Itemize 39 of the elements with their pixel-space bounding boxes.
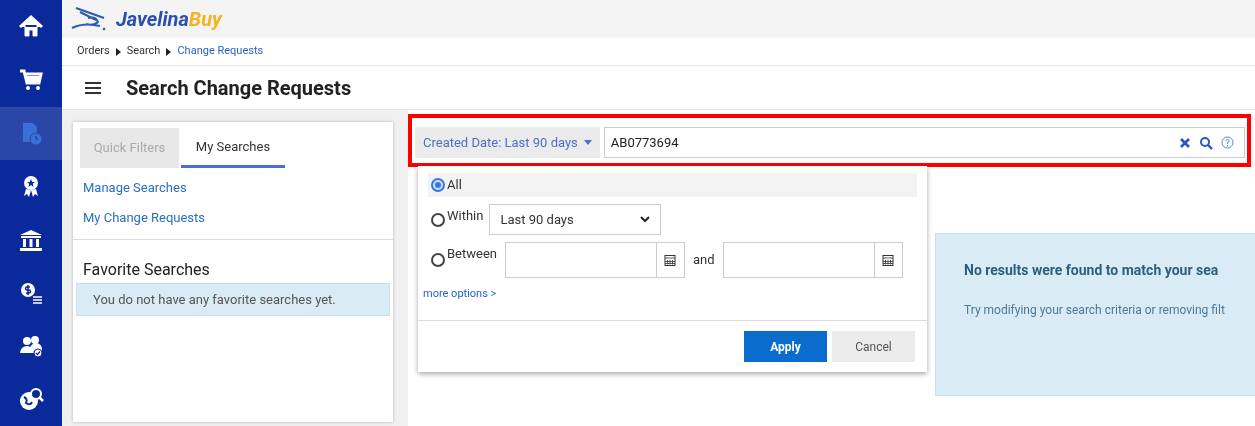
results-title: No results were found to match your sea: [964, 261, 1220, 280]
caret-down-icon: [583, 140, 592, 145]
joiner-text: and: [693, 251, 715, 270]
radio-button[interactable]: [431, 212, 445, 227]
menu-icon[interactable]: [84, 80, 102, 95]
search-icon[interactable]: [1199, 135, 1213, 150]
results-hint: Try modifying your search criteria or removing filt: [964, 302, 1226, 319]
caret-right-icon: [115, 47, 121, 56]
help-icon[interactable]: [1221, 136, 1234, 149]
option-label: Between: [447, 245, 497, 263]
calendar-icon[interactable]: [882, 254, 895, 266]
radio-button[interactable]: [431, 253, 445, 267]
caret-right-icon: [166, 47, 172, 56]
logo-text: JavelinaBuy: [116, 6, 222, 33]
more-options-link[interactable]: more options >: [418, 286, 927, 303]
breadcrumb-link[interactable]: Change Requests: [177, 43, 264, 60]
close-icon[interactable]: [1179, 136, 1191, 149]
calendar-icon[interactable]: [664, 254, 677, 266]
cancel-button[interactable]: Cancel: [832, 331, 915, 362]
date-range-select[interactable]: Last 90 days: [489, 204, 662, 235]
option-label: Within: [447, 207, 484, 225]
filter-dropdown-button[interactable]: Created Date: Last 90 days: [415, 127, 600, 158]
favorites-title: Favorite Searches: [82, 259, 211, 281]
date-field[interactable]: [722, 242, 903, 278]
chevron-down-icon: [640, 216, 651, 223]
apply-button[interactable]: Apply: [744, 331, 827, 362]
radio-button[interactable]: [431, 178, 445, 192]
search-field[interactable]: AB0773694: [603, 127, 1245, 158]
date-field[interactable]: [505, 242, 685, 278]
globe-search-icon: [18, 386, 44, 413]
people-icon: [18, 333, 44, 360]
page-title: Search Change Requests: [126, 74, 352, 102]
empty-message: You do not have any favorite searches yet.: [76, 283, 390, 316]
breadcrumb-link[interactable]: Search: [126, 43, 161, 60]
home-icon: [18, 13, 44, 40]
link[interactable]: My Change Requests: [83, 207, 206, 227]
option-label: All: [447, 176, 462, 194]
breadcrumb-link[interactable]: Orders: [77, 43, 110, 60]
link[interactable]: Manage Searches: [83, 178, 187, 198]
